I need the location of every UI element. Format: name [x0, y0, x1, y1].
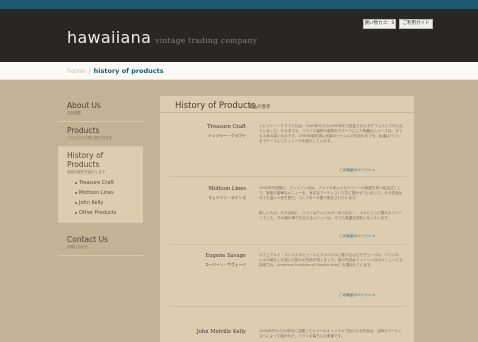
subnav-mottson-lines[interactable]: Mottson Lines — [67, 188, 135, 198]
entry-link[interactable]: この商品のページへ > — [339, 168, 375, 173]
breadcrumb-current: history of products — [93, 67, 164, 75]
subnav-john-kelly[interactable]: John Kelly — [67, 198, 135, 208]
nav-subtitle: お問い合わせ — [67, 245, 88, 249]
logo-tagline: vintage trading company — [155, 36, 258, 45]
nav-subtitle: こちらからお買い物できます — [67, 136, 113, 140]
nav-title: Products — [67, 126, 100, 135]
page-title: History of Products — [175, 101, 256, 111]
entry-description-2: 新しいもの、その当時に、ハワイはアメリカの一州ではなく、人々にとって憧れのリゾー… — [259, 211, 403, 221]
entry-name-jp: マットソン・ラインズ — [208, 195, 246, 200]
page-subtitle: 商品の歴史 — [248, 105, 271, 110]
breadcrumb: home / history of products — [67, 67, 164, 75]
entry-description: トレジャー・クラフト社は、1940年代から1950年まで設定されたタグフェルトで… — [259, 124, 403, 144]
logo-text: hawaiiana — [67, 28, 152, 47]
nav-title: History of Products — [67, 151, 104, 169]
entry-name: Mottson Lines — [208, 186, 246, 192]
top-accent-bar — [0, 0, 478, 9]
sidebar-item-products[interactable]: Products こちらからお買い物できます — [58, 122, 143, 147]
subnav-label: Mottson Lines — [79, 190, 114, 196]
breadcrumb-home-link[interactable]: home — [67, 67, 85, 75]
sidebar-item-about-us[interactable]: About Us 会社概要 — [58, 97, 143, 122]
nav-title: Contact Us — [67, 235, 108, 244]
breadcrumb-separator: / — [88, 67, 91, 75]
sidebar-item-contact-us[interactable]: Contact Us お問い合わせ — [58, 231, 143, 256]
entry-name-jp: ユージーン・サヴェージ — [204, 262, 246, 267]
content-header: History of Products 商品の歴史 — [160, 96, 414, 113]
entry-name: Eugene Savage — [205, 253, 246, 259]
subnav-other-products[interactable]: Other Products — [67, 208, 135, 218]
divider — [170, 306, 406, 307]
page: hawaiiana vintage trading company 買い物カゴ：0… — [0, 0, 478, 342]
entry-description: 1930年代から50年代に活躍したケリーのオリジナルで知られる作品は、当時のアー… — [259, 329, 402, 339]
entry-name-jp: トレジャー・クラフト — [208, 133, 246, 138]
entry-name: John Melville Kelly — [196, 329, 246, 335]
nav-subtitle: 商品の歴史を紹介します — [67, 170, 106, 174]
entry-link[interactable]: この商品のページへ > — [339, 293, 375, 298]
subnav-label: Other Products — [79, 210, 117, 216]
sidebar-nav: About Us 会社概要 Products こちらからお買い物できます His… — [58, 97, 143, 256]
bullet-icon — [75, 181, 77, 184]
site-logo[interactable]: hawaiiana vintage trading company — [67, 28, 257, 47]
guide-button[interactable]: ご利用ガイド — [399, 19, 433, 29]
sidebar-item-history[interactable]: History of Products 商品の歴史を紹介します Treasure… — [58, 147, 143, 223]
entry-link[interactable]: この商品のページへ > — [339, 234, 375, 239]
entry-name: Treasure Craft — [207, 124, 246, 130]
divider — [170, 176, 406, 177]
entry-description: 1930年代初頭に、マットソン社は、アメリカ本土からハワイへの航路を持つ船会社と… — [259, 186, 403, 201]
bullet-icon — [75, 201, 77, 204]
subnav-label: Treasure Craft — [79, 180, 115, 186]
cart-button[interactable]: 買い物カゴ：0 — [363, 19, 396, 29]
subnav-label: John Kelly — [79, 200, 104, 206]
main-content: History of Products 商品の歴史 Treasure Craft… — [160, 96, 414, 342]
bullet-icon — [75, 211, 77, 214]
subnav-treasure-craft[interactable]: Treasure Craft — [67, 178, 135, 188]
nav-title: About Us — [67, 101, 101, 110]
divider — [170, 244, 406, 245]
nav-subtitle: 会社概要 — [67, 111, 81, 115]
entry-description: エデュアルド・コンベスタミュールとラスベガスに移り住んだサヴェージは、ハワイの人… — [259, 253, 403, 268]
bullet-icon — [75, 191, 77, 194]
